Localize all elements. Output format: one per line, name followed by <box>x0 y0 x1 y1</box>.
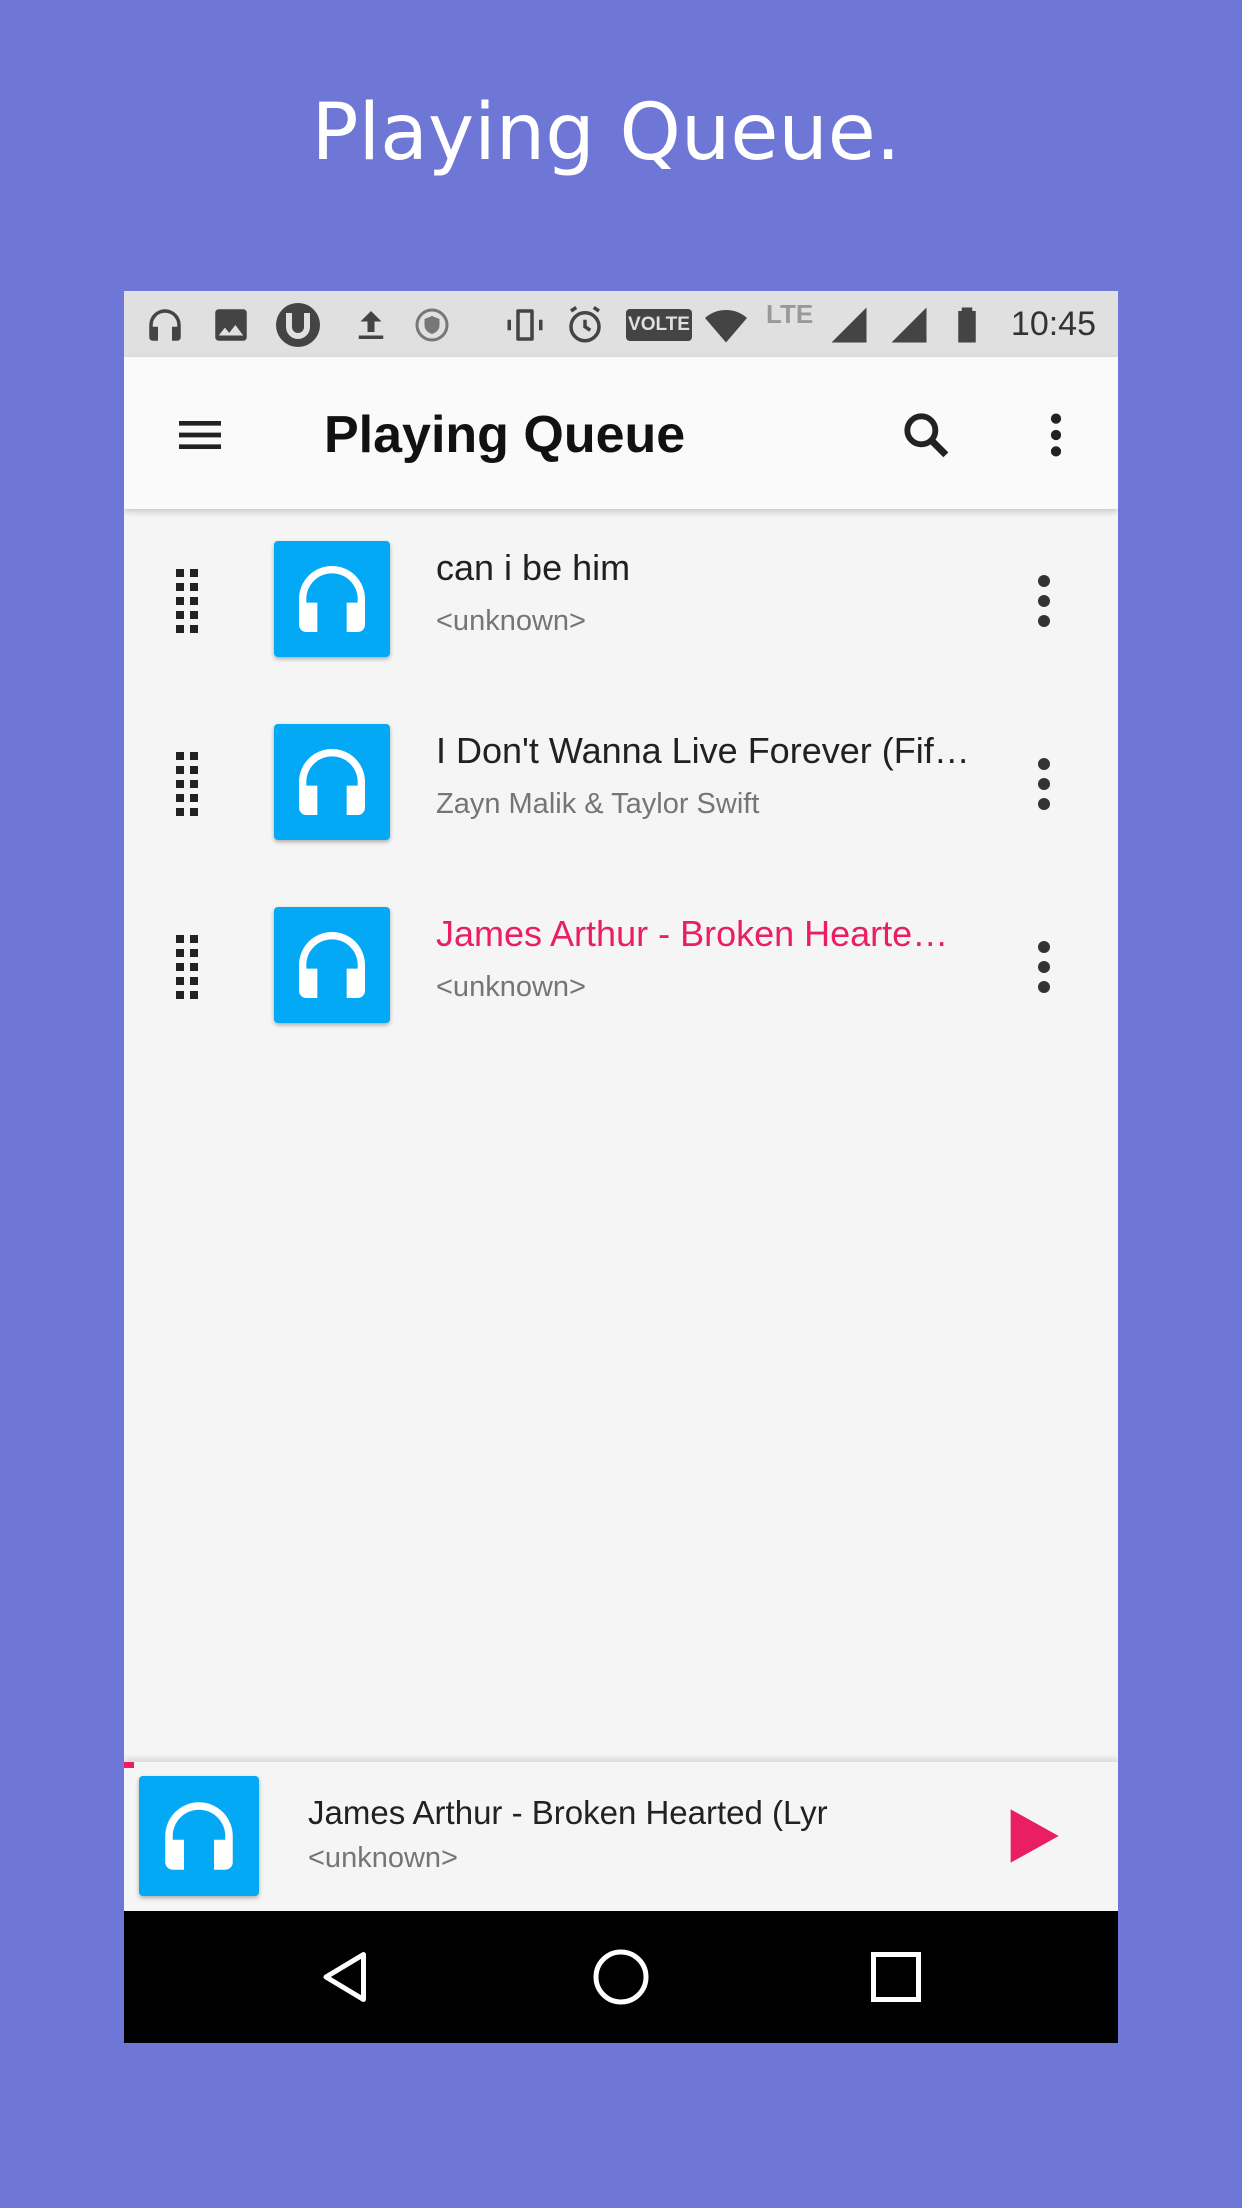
recents-icon[interactable] <box>866 1947 926 2007</box>
play-icon[interactable] <box>1000 1804 1064 1868</box>
shield-icon <box>415 308 449 342</box>
wifi-icon <box>705 309 747 343</box>
queue-item[interactable]: can i be him <unknown> <box>124 509 1118 692</box>
status-bar: VOLTE LTE 10:45 <box>124 291 1118 357</box>
more-vert-icon[interactable] <box>1024 939 1064 995</box>
status-time: 10:45 <box>1010 305 1096 343</box>
volte-icon: VOLTE <box>626 309 692 341</box>
drag-handle-icon[interactable] <box>174 933 200 999</box>
page-title: Playing Queue <box>324 406 686 464</box>
drag-handle-icon[interactable] <box>174 750 200 816</box>
more-vert-icon[interactable] <box>1024 573 1064 629</box>
playback-progress-bar[interactable] <box>124 1762 1118 1768</box>
headphones-icon <box>299 932 365 998</box>
search-icon[interactable] <box>898 407 954 463</box>
signal-icon <box>831 307 867 343</box>
album-art <box>274 724 390 840</box>
song-artist: Zayn Malik & Taylor Swift <box>436 788 760 820</box>
song-artist: <unknown> <box>436 605 586 637</box>
album-art <box>274 907 390 1023</box>
back-icon[interactable] <box>316 1947 376 2007</box>
mini-player[interactable]: James Arthur - Broken Hearted (Lyrics On… <box>124 1761 1118 1911</box>
promo-title: Playing Queue. <box>311 88 901 178</box>
vibrate-icon <box>507 309 543 341</box>
queue-item[interactable]: I Don't Wanna Live Forever (Fif… Zayn Ma… <box>124 692 1118 875</box>
drag-handle-icon[interactable] <box>174 567 200 633</box>
song-title: can i be him <box>436 547 631 588</box>
album-art <box>274 541 390 657</box>
headphones-icon <box>149 309 181 341</box>
headphones-icon <box>165 1802 233 1870</box>
battery-icon <box>958 307 976 343</box>
navigation-bar <box>124 1911 1118 2043</box>
signal-icon <box>891 307 927 343</box>
utorrent-icon <box>276 303 320 347</box>
queue-item-playing[interactable]: James Arthur - Broken Hearte… <unknown> <box>124 875 1118 1058</box>
progress-fill <box>124 1762 134 1768</box>
app-bar: Playing Queue <box>124 357 1118 509</box>
hamburger-menu-icon[interactable] <box>172 407 228 463</box>
lte-icon: LTE <box>766 299 814 329</box>
now-playing-title: James Arthur - Broken Hearted (Lyrics On… <box>308 1794 828 1831</box>
alarm-icon <box>569 306 601 343</box>
mini-album-art <box>139 1776 259 1896</box>
now-playing-artist: <unknown> <box>308 1842 458 1874</box>
more-vert-icon[interactable] <box>1028 407 1084 463</box>
upload-icon <box>358 311 384 339</box>
headphones-icon <box>299 749 365 815</box>
song-title: I Don't Wanna Live Forever (Fif… <box>436 730 970 771</box>
headphones-icon <box>299 566 365 632</box>
song-title: James Arthur - Broken Hearte… <box>436 913 949 954</box>
image-icon <box>215 309 247 341</box>
more-vert-icon[interactable] <box>1024 756 1064 812</box>
home-icon[interactable] <box>591 1947 651 2007</box>
phone-screen: VOLTE LTE 10:45 Playing Queue can i be h… <box>124 291 1118 2043</box>
song-artist: <unknown> <box>436 971 586 1003</box>
